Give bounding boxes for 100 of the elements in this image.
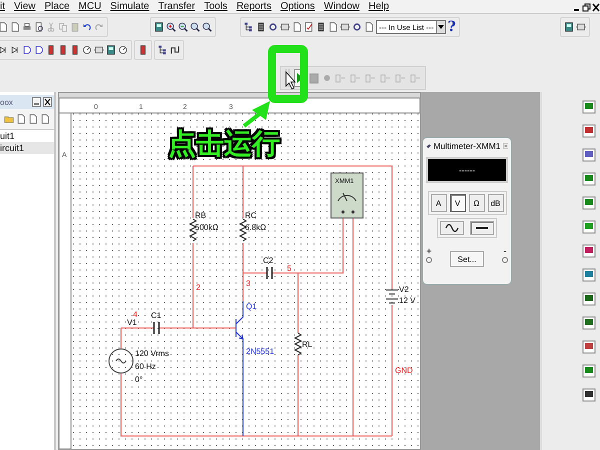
menu-item[interactable]: Help: [368, 1, 390, 12]
menu-item[interactable]: Window: [324, 1, 360, 12]
component-label: C2: [263, 256, 274, 265]
menu-item[interactable]: Place: [44, 1, 70, 12]
component-label: RC: [245, 211, 257, 220]
instrument-icon[interactable]: [582, 244, 596, 258]
battery-symbol: [386, 290, 398, 304]
printer-icon[interactable]: [22, 22, 32, 32]
capacitor-symbol: [266, 266, 273, 280]
reading-display: ------: [426, 157, 508, 183]
meter-icon[interactable]: [118, 45, 128, 55]
chip-icon[interactable]: [138, 45, 148, 55]
instrument-icon[interactable]: [582, 292, 596, 306]
component-label: RL: [302, 340, 312, 349]
menu-item[interactable]: Reports: [236, 1, 272, 12]
annotation-text: 点击运行: [168, 130, 280, 158]
window-title: Multimeter-XMM1: [433, 141, 501, 151]
hierarchy-icon[interactable]: [244, 22, 254, 32]
terminal-label: -: [504, 246, 506, 256]
preview-icon[interactable]: [34, 22, 44, 32]
ac-button[interactable]: [440, 221, 464, 235]
checklist-icon[interactable]: [304, 22, 314, 32]
instrument-icon[interactable]: [582, 316, 596, 330]
multimeter-symbol: [330, 172, 364, 218]
toolbar-grip-icon: [285, 69, 290, 87]
component-label: 0°: [135, 375, 143, 384]
mode-button[interactable]: V: [450, 194, 466, 212]
mode-button[interactable]: dB: [488, 194, 504, 212]
net-label: GND: [395, 366, 413, 375]
zoom-in-icon[interactable]: [166, 22, 176, 32]
instrument-icon[interactable]: [582, 124, 596, 138]
restore-icon[interactable]: [582, 3, 591, 12]
folder-icon[interactable]: [4, 114, 14, 124]
terminal-icon[interactable]: [426, 256, 432, 264]
document-icon[interactable]: [292, 22, 302, 32]
component-label: 120 Vrms: [135, 349, 169, 358]
document-icon[interactable]: [328, 22, 338, 32]
ac-source-symbol: [108, 348, 134, 374]
menu-item[interactable]: Options: [280, 1, 315, 12]
terminal-icon[interactable]: [502, 256, 508, 264]
menu-item[interactable]: View: [14, 1, 36, 12]
component-icon[interactable]: [280, 22, 290, 32]
diode-icon[interactable]: [10, 45, 20, 55]
undo-icon[interactable]: [82, 22, 92, 32]
zoom-out-icon[interactable]: [178, 22, 188, 32]
net-label: 3: [246, 279, 250, 288]
dc-button[interactable]: [470, 221, 494, 235]
diode-icon[interactable]: [0, 45, 8, 55]
component-label: RB: [195, 211, 206, 220]
caret-icon: [438, 25, 444, 29]
close-icon[interactable]: [43, 97, 52, 107]
menu-item[interactable]: Transfer: [158, 1, 196, 12]
document-icon[interactable]: [364, 22, 374, 32]
hierarchy-icon[interactable]: [158, 45, 168, 55]
net-label: 5: [287, 264, 292, 273]
component-label: 60 Hz: [135, 362, 156, 371]
screen-icon[interactable]: [564, 22, 574, 32]
magnifier-icon[interactable]: [190, 22, 200, 32]
component-label: Q1: [246, 302, 257, 311]
component-label: V1: [127, 318, 137, 327]
terminal-label: +: [426, 246, 432, 256]
meter-icon[interactable]: [82, 45, 92, 55]
component-label: V2: [399, 285, 409, 294]
component-label: 500kΩ: [195, 223, 218, 232]
instrument-icon[interactable]: [582, 388, 596, 402]
net-label: 4: [133, 310, 138, 319]
list-icon[interactable]: [316, 22, 326, 32]
arrow-pointer: [242, 101, 270, 128]
component-icon[interactable]: [576, 22, 586, 32]
component-icon[interactable]: [94, 45, 104, 55]
component-label: C1: [151, 311, 162, 320]
capacitor-symbol: [153, 321, 160, 335]
tree-item[interactable]: ircuit1: [0, 142, 54, 154]
set-button[interactable]: Set...: [450, 251, 484, 267]
help-button[interactable]: ?: [448, 19, 456, 35]
mode-button[interactable]: Ω: [468, 194, 484, 212]
menu-item[interactable]: MCU: [78, 1, 102, 12]
mouse-cursor-icon: [286, 70, 296, 90]
mode-button[interactable]: A: [430, 194, 446, 212]
screen-icon[interactable]: [154, 22, 164, 32]
screen-icon[interactable]: [106, 45, 116, 55]
close-icon[interactable]: [592, 3, 600, 12]
minimize-icon[interactable]: [32, 97, 41, 107]
resistor-symbol: [294, 332, 302, 356]
tree-item[interactable]: uit1: [0, 130, 54, 142]
menu-item[interactable]: Simulate: [110, 1, 150, 12]
menu-item[interactable]: it: [0, 1, 5, 12]
wire-icon[interactable]: [170, 45, 180, 55]
panel-title: oox: [0, 98, 13, 106]
resistor-symbol: [188, 218, 198, 242]
component-label: 2N5551: [246, 347, 274, 356]
magnifier-icon[interactable]: [202, 22, 212, 32]
highlight-frame: [268, 45, 308, 103]
component-label: 6.8kΩ: [245, 223, 266, 232]
component-label: 12 V: [399, 296, 416, 305]
list-icon[interactable]: [256, 22, 266, 32]
resistor-symbol: [238, 218, 248, 242]
net-label: 2: [196, 283, 200, 292]
menu-item[interactable]: Tools: [204, 1, 228, 12]
component-icon[interactable]: [340, 22, 350, 32]
